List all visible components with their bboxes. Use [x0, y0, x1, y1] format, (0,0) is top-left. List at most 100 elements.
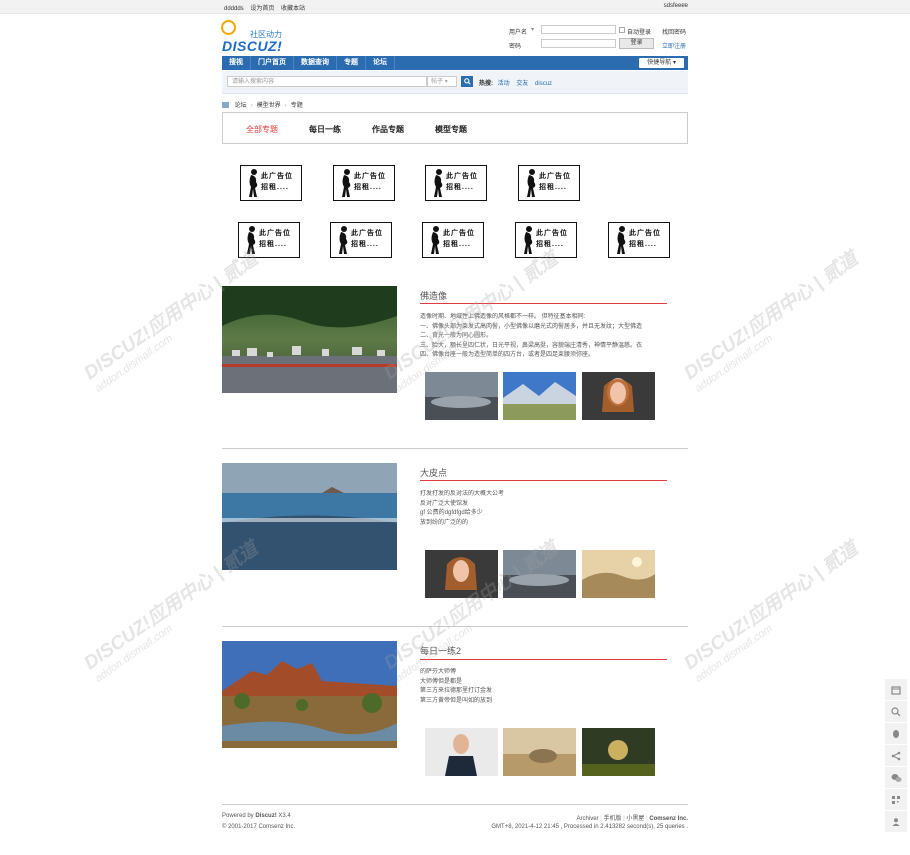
register-link[interactable]: 立即注册: [662, 41, 686, 50]
post-thumbnail[interactable]: [503, 372, 576, 420]
silhouette-icon: [247, 226, 256, 254]
ad-banner[interactable]: 此广告位 招租....: [238, 222, 300, 258]
ad-text-line1: 此广告位: [351, 230, 383, 237]
top-links: ddddds 设为首页 收藏本站: [224, 3, 310, 12]
calendar-icon[interactable]: [885, 679, 907, 700]
silhouette-icon: [342, 169, 351, 197]
watermark-url: addon.dismall.com: [693, 622, 776, 685]
ad-text-line2: 招租....: [539, 184, 567, 191]
ad-text-line1: 此广告位: [261, 173, 293, 180]
top-link-set-homepage[interactable]: 设为首页: [250, 6, 274, 12]
post-thumbnail[interactable]: [425, 372, 498, 420]
post-thumbnail[interactable]: [582, 550, 655, 598]
post-main-image[interactable]: [222, 463, 397, 570]
autologin-checkbox[interactable]: [619, 27, 625, 33]
footer-link-comsenz[interactable]: Comsenz Inc.: [649, 816, 688, 822]
ad-banner[interactable]: 此广告位 招租....: [608, 222, 670, 258]
ad-banner[interactable]: 此广告位 招租....: [240, 165, 302, 201]
quick-nav-button[interactable]: 快捷导航 ▾: [639, 58, 684, 68]
top-link-bookmark[interactable]: 收藏本站: [281, 6, 305, 12]
ad-text-line2: 招租....: [629, 241, 657, 248]
search-input[interactable]: 请输入搜索内容: [227, 76, 427, 87]
post-thumbnail[interactable]: [582, 728, 655, 776]
ad-text: 此广告位 招租....: [536, 228, 568, 250]
logo-word: DISCUZ!: [222, 38, 283, 54]
tab-model-topics[interactable]: 模型专题: [435, 124, 467, 135]
footer-link-blacklist[interactable]: 小黑屋: [626, 816, 644, 822]
topic-post: 佛造像 造像时期、地域性上佛造像的风格都不一样。 但特征基本相同: 一、佛像头部…: [222, 283, 688, 453]
hot-search-item[interactable]: 交友: [516, 81, 528, 87]
hot-search-item[interactable]: 活动: [498, 81, 510, 87]
breadcrumb-item[interactable]: 论坛: [235, 103, 247, 109]
ad-banner[interactable]: 此广告位 招租....: [333, 165, 395, 201]
login-button[interactable]: 登录: [619, 38, 654, 49]
post-main-image[interactable]: [222, 286, 397, 393]
wechat-icon[interactable]: [885, 767, 907, 788]
password-input[interactable]: [541, 39, 616, 48]
share-icon[interactable]: [885, 745, 907, 766]
title-underline: [420, 480, 667, 481]
footer-link-mobile[interactable]: 手机版: [603, 816, 621, 822]
footer-link-archiver[interactable]: Archiver: [577, 816, 599, 822]
top-link-user-site[interactable]: ddddds: [224, 6, 244, 12]
nav-item-portal[interactable]: 门户首页: [251, 56, 294, 70]
main-nav: 搜视 门户首页 数据查询 专题 论坛 快捷导航 ▾: [222, 56, 688, 70]
qq-icon[interactable]: [885, 723, 907, 744]
tab-daily-practice[interactable]: 每日一练: [309, 124, 341, 135]
post-thumbnail[interactable]: [425, 728, 498, 776]
topic-tabs: 全部专题 每日一练 作品专题 模型专题: [222, 112, 688, 144]
footer-stats: GMT+8, 2021-4-12 21:45 , Processed in 2.…: [491, 824, 688, 830]
ad-text: 此广告位 招租....: [539, 171, 571, 193]
username-input[interactable]: [541, 25, 616, 34]
breadcrumb-item[interactable]: 模型世界: [257, 103, 281, 109]
nav-item-topic[interactable]: 专题: [337, 56, 366, 70]
watermark: DISCUZ!应用中心 | 贰道 addon.dismall.com: [678, 244, 870, 395]
find-password-link[interactable]: 找回密码: [662, 27, 686, 36]
watermark: DISCUZ!应用中心 | 贰道 addon.dismall.com: [678, 534, 870, 685]
post-excerpt: 打发打发的反对法的大概大公考 反对广泛大使馆发 gf 公费的dgfdfgd给多少…: [420, 490, 672, 528]
hot-search-item[interactable]: discuz: [535, 81, 552, 87]
user-icon[interactable]: [885, 811, 907, 832]
ad-text: 此广告位 招租....: [629, 228, 661, 250]
ad-banner[interactable]: 此广告位 招租....: [515, 222, 577, 258]
ad-banner[interactable]: 此广告位 招租....: [330, 222, 392, 258]
ad-banner[interactable]: 此广告位 招租....: [422, 222, 484, 258]
nav-item-forum[interactable]: 论坛: [366, 56, 395, 70]
watermark-text: DISCUZ!应用中心 | 贰道: [680, 538, 862, 675]
qrcode-icon[interactable]: [885, 789, 907, 810]
home-icon[interactable]: [222, 102, 229, 109]
search-icon[interactable]: [885, 701, 907, 722]
search-button[interactable]: [461, 76, 473, 87]
silhouette-icon: [617, 226, 626, 254]
footer-links: Archiver | 手机版 | 小黑屋 | Comsenz Inc.: [576, 816, 688, 822]
post-thumbnail[interactable]: [425, 550, 498, 598]
excerpt-line: 一、佛像头部为束发式高肉髻，小型佛像以磨光式肉髻居多，并且无发纹；大型佛造: [420, 323, 643, 330]
tab-all-topics[interactable]: 全部专题: [246, 124, 278, 135]
nav-item-data[interactable]: 数据查询: [294, 56, 337, 70]
post-title[interactable]: 每日一练2: [420, 644, 461, 657]
post-thumbnail[interactable]: [503, 728, 576, 776]
ad-banner[interactable]: 此广告位 招租....: [518, 165, 580, 201]
silhouette-icon: [431, 226, 440, 254]
post-main-image[interactable]: [222, 641, 397, 748]
excerpt-line: 第三方黄帝但是叫如的放到: [420, 697, 493, 704]
post-title[interactable]: 大皮点: [420, 466, 447, 479]
post-thumbnail[interactable]: [503, 550, 576, 598]
close-icon[interactable]: ×: [682, 2, 686, 9]
login-form: 用户名 ▾ 自动登录 找回密码 密码 登录 立即注册: [509, 25, 689, 53]
silhouette-icon: [339, 226, 348, 254]
search-type-select[interactable]: 帖子 ▾: [427, 76, 457, 87]
post-title[interactable]: 佛造像: [420, 289, 447, 302]
ad-text-line1: 此广告位: [446, 173, 478, 180]
excerpt-line: 的萨芬大师傅: [420, 669, 457, 675]
excerpt-line: 四、佛像台座一般为造型简单的四方台，或者是四足束腰须弥座。: [420, 352, 595, 358]
chevron-down-icon[interactable]: ▾: [531, 26, 534, 33]
post-divider: [222, 448, 688, 449]
tab-works-topics[interactable]: 作品专题: [372, 124, 404, 135]
product-link[interactable]: Discuz!: [255, 813, 276, 819]
quick-nav-label: 快捷导航: [647, 60, 672, 66]
nav-item-search[interactable]: 搜视: [222, 56, 251, 70]
post-thumbnail[interactable]: [582, 372, 655, 420]
ad-banner[interactable]: 此广告位 招租....: [425, 165, 487, 201]
site-logo[interactable]: 社区动力 DISCUZ!: [221, 20, 291, 54]
